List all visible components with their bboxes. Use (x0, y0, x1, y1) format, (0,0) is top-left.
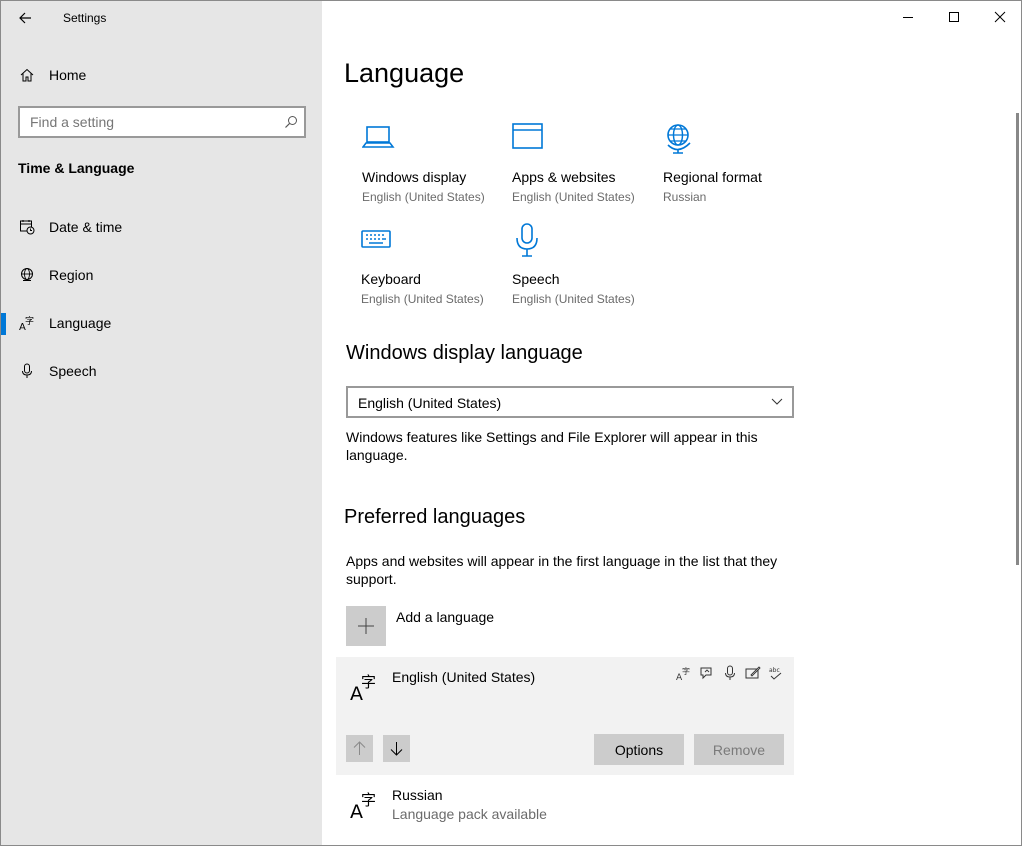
add-language-button[interactable]: Add a language (346, 606, 646, 646)
speech-recognition-icon (725, 665, 735, 680)
tile-name: Keyboard (361, 271, 421, 287)
text-to-speech-icon (700, 667, 712, 680)
plus-icon (358, 618, 374, 634)
move-down-button[interactable] (383, 735, 410, 762)
tile-regional-format[interactable]: Regional format Russian (663, 121, 813, 217)
preferred-languages-description: Apps and websites will appear in the fir… (346, 553, 778, 587)
display-language-dropdown[interactable]: English (United States) (346, 386, 794, 418)
scrollbar[interactable] (1016, 113, 1019, 565)
handwriting-icon (745, 666, 761, 679)
tile-value: English (United States) (512, 190, 635, 204)
language-item-russian[interactable]: A 字 Russian Language pack available (336, 781, 794, 831)
search-box[interactable] (18, 106, 306, 138)
svg-text:字: 字 (682, 666, 690, 676)
calendar-clock-icon (20, 220, 35, 235)
globe-icon (21, 268, 33, 281)
tile-name: Apps & websites (512, 169, 616, 185)
preferred-languages-heading: Preferred languages (344, 506, 526, 528)
app-title: Settings (63, 11, 107, 25)
microphone-icon (516, 223, 538, 257)
search-input[interactable] (20, 108, 278, 136)
nav-item-label: Date & time (49, 219, 123, 235)
language-icon: A 字 (19, 315, 34, 331)
language-name: Russian (392, 787, 443, 803)
display-language-heading: Windows display language (346, 342, 583, 364)
nav-home[interactable]: Home (1, 61, 322, 89)
nav-home-label: Home (49, 67, 87, 83)
tile-value: Russian (663, 190, 707, 204)
nav-item-speech[interactable]: Speech (1, 351, 322, 391)
tile-value: English (United States) (512, 292, 635, 306)
chevron-down-icon (771, 398, 783, 405)
remove-button[interactable]: Remove (694, 734, 784, 765)
back-arrow-icon (19, 12, 31, 24)
arrow-down-icon (390, 742, 403, 756)
page-title: Language (344, 58, 465, 88)
svg-text:abc: abc (769, 667, 780, 674)
tile-value: English (United States) (362, 190, 485, 204)
options-button[interactable]: Options (594, 734, 684, 765)
nav-item-language[interactable]: A 字 Language (1, 303, 322, 343)
language-icon: A 字 (350, 791, 376, 821)
tile-name: Speech (512, 271, 560, 287)
keyboard-icon (361, 230, 391, 248)
dropdown-value: English (United States) (358, 395, 502, 411)
tile-apps-websites[interactable]: Apps & websites English (United States) (512, 121, 662, 217)
globe-icon (667, 124, 691, 154)
display-language-icon: A 字 (676, 666, 690, 681)
tile-name: Windows display (362, 169, 467, 185)
selection-indicator (1, 313, 6, 335)
tile-speech[interactable]: Speech English (United States) (512, 223, 662, 319)
add-tile (346, 606, 386, 646)
nav-item-region[interactable]: Region (1, 255, 322, 295)
main-content: Language Windows display English (United… (322, 1, 1021, 845)
language-icon: A 字 (350, 673, 376, 703)
nav-item-date-time[interactable]: Date & time (1, 207, 322, 247)
add-language-label: Add a language (396, 609, 495, 625)
move-up-button[interactable] (346, 735, 373, 762)
nav-item-label: Language (49, 315, 112, 331)
section-title: Time & Language (18, 160, 135, 176)
laptop-icon (362, 126, 395, 148)
window-icon (512, 123, 543, 149)
microphone-icon (22, 363, 32, 378)
language-name: English (United States) (392, 669, 536, 685)
tile-value: English (United States) (361, 292, 484, 306)
arrow-up-icon (353, 741, 366, 755)
search-icon (285, 116, 297, 128)
svg-text:字: 字 (25, 315, 34, 327)
language-item-english[interactable]: A 字 English (United States) A 字 abc Opti… (336, 657, 794, 775)
tile-keyboard[interactable]: Keyboard English (United States) (361, 223, 511, 319)
display-language-description: Windows features like Settings and File … (346, 429, 758, 463)
svg-text:字: 字 (361, 673, 376, 691)
tile-windows-display[interactable]: Windows display English (United States) (362, 121, 512, 217)
home-icon (20, 68, 34, 82)
nav-item-label: Speech (49, 363, 97, 379)
language-status: Language pack available (392, 806, 547, 822)
nav-item-label: Region (49, 267, 94, 283)
svg-text:字: 字 (361, 791, 376, 809)
spellcheck-icon: abc (769, 667, 782, 680)
sidebar: Settings Home Time & Language Date & tim… (1, 1, 322, 845)
back-button[interactable] (15, 7, 37, 29)
tile-name: Regional format (663, 169, 762, 185)
settings-window: Settings Home Time & Language Date & tim… (0, 0, 1022, 846)
